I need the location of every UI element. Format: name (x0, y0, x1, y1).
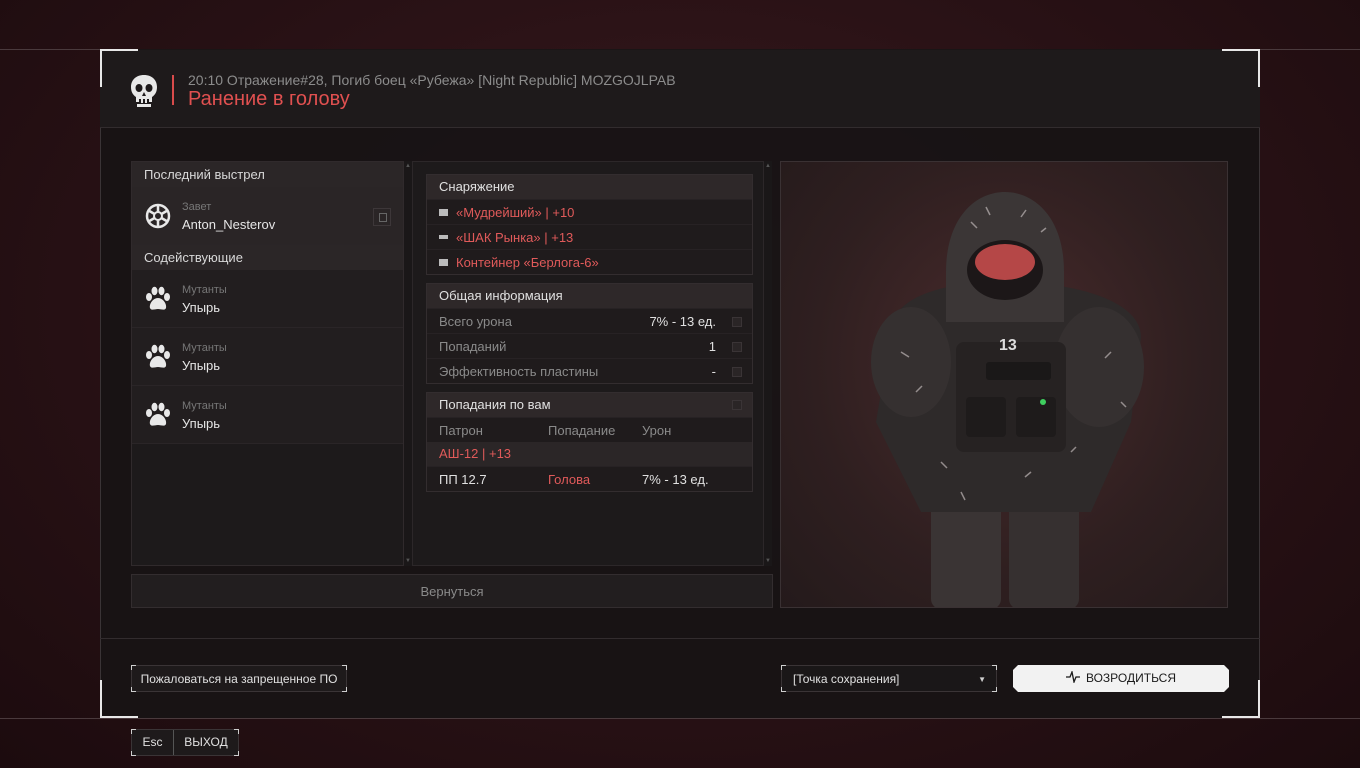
equipment-heading: Снаряжение (427, 175, 752, 199)
killers-panel: Последний выстрел Завет Anton_Nesterov С… (131, 161, 404, 566)
info-icon[interactable] (732, 317, 742, 327)
details-panel: Снаряжение «Мудрейший» | +10 «ШАК Рынка»… (412, 161, 764, 566)
character-model-image: 13 (871, 192, 1144, 607)
report-cheater-button[interactable]: Пожаловаться на запрещенное ПО (131, 665, 347, 692)
death-cause-title: Ранение в голову (188, 88, 350, 110)
info-icon[interactable] (732, 367, 742, 377)
chevron-down-icon: ▼ (978, 675, 986, 684)
killer-faction: Завет (182, 201, 212, 213)
assist-entry[interactable]: Мутанты Упырь (132, 270, 403, 328)
back-button[interactable]: Вернуться (131, 574, 773, 608)
faction-emblem-icon (145, 203, 171, 229)
header-accent-bar (172, 75, 174, 105)
equipment-block: Снаряжение «Мудрейший» | +10 «ШАК Рынка»… (426, 174, 753, 275)
last-shot-heading: Последний выстрел (132, 162, 403, 187)
hits-heading: Попадания по вам (427, 393, 752, 417)
spawn-point-select[interactable]: [Точка сохранения] ▼ (781, 665, 997, 692)
assist-name: Упырь (182, 358, 221, 373)
assist-faction: Мутанты (182, 284, 227, 296)
mid-scrollbar[interactable]: ▲ ▼ (764, 161, 772, 566)
shoulder-number-marking: 13 (999, 337, 1017, 354)
left-scrollbar[interactable]: ▲ ▼ (404, 161, 412, 566)
killer-name: Anton_Nesterov (182, 217, 276, 232)
exit-label: ВЫХОД (184, 735, 228, 749)
paw-icon (146, 402, 170, 426)
equipment-item[interactable]: Контейнер «Берлога-6» (427, 249, 752, 274)
info-icon[interactable] (732, 342, 742, 352)
paw-icon (146, 286, 170, 310)
death-event-subtitle: 20:10 Отражение#28, Погиб боец «Рубежа» … (188, 72, 676, 88)
hit-row: ПП 12.7 Голова 7% - 13 ед. (427, 466, 752, 491)
armor-icon (439, 209, 448, 216)
pulse-icon (1066, 671, 1080, 683)
assist-faction: Мутанты (182, 342, 227, 354)
assist-entry[interactable]: Мутанты Упырь (132, 386, 403, 444)
general-info-heading: Общая информация (427, 284, 752, 308)
hits-table-header: Патрон Попадание Урон (427, 417, 752, 442)
assist-faction: Мутанты (182, 400, 227, 412)
paw-icon (146, 344, 170, 368)
equipment-item[interactable]: «ШАК Рынка» | +13 (427, 224, 752, 249)
info-icon[interactable] (732, 400, 742, 410)
stat-row: Всего урона 7% - 13 ед. (427, 308, 752, 333)
respawn-button[interactable]: ВОЗРОДИТЬСЯ (1013, 665, 1229, 692)
character-preview: 13 (780, 161, 1228, 608)
copy-name-button[interactable] (373, 208, 391, 226)
gun-icon (439, 235, 448, 239)
assist-entry[interactable]: Мутанты Упырь (132, 328, 403, 386)
exit-button[interactable]: Esc ВЫХОД (131, 729, 239, 756)
equipment-item[interactable]: «Мудрейший» | +10 (427, 199, 752, 224)
stat-row: Попаданий 1 (427, 333, 752, 358)
killer-entry[interactable]: Завет Anton_Nesterov (132, 187, 403, 245)
death-header: 20:10 Отражение#28, Погиб боец «Рубежа» … (100, 50, 1260, 128)
assist-name: Упырь (182, 416, 221, 431)
esc-key-hint: Esc (132, 730, 174, 755)
general-info-block: Общая информация Всего урона 7% - 13 ед.… (426, 283, 753, 384)
stat-row: Эффективность пластины - (427, 358, 752, 383)
hits-block: Попадания по вам Патрон Попадание Урон А… (426, 392, 753, 492)
assists-heading: Содействующие (132, 245, 403, 270)
assist-name: Упырь (182, 300, 221, 315)
hit-weapon: АШ-12 | +13 (427, 442, 752, 466)
container-icon (439, 259, 448, 266)
